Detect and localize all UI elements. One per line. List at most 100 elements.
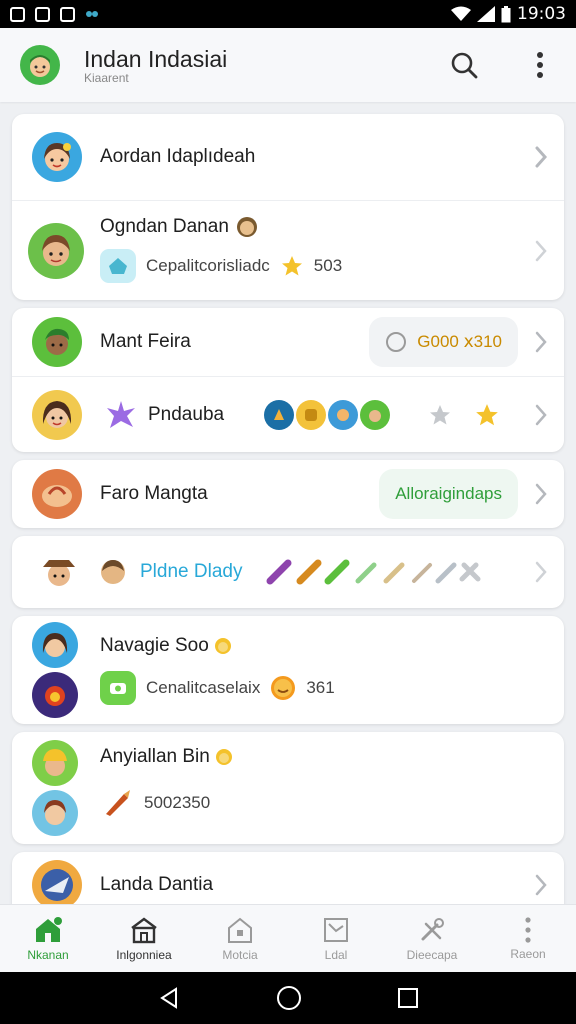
star-icon [281, 255, 302, 275]
purple-star-icon [107, 400, 135, 428]
battery-icon [501, 5, 511, 22]
contact-detail: Cepalitcorisliadc [146, 255, 270, 275]
more-vert-icon [525, 916, 531, 943]
list-item[interactable]: Aordan Idaplıdeah [12, 114, 564, 201]
avatar [28, 222, 84, 279]
smile-icon [271, 676, 296, 700]
contact-list: Aordan Idaplıdeah Ogndan Danan Cepalitco… [12, 114, 564, 926]
avatar [32, 469, 82, 519]
chart-board-icon [324, 917, 348, 942]
more-options-button[interactable] [524, 49, 556, 81]
list-group: Anyiallan Bin 5002350 [12, 732, 564, 844]
woman-avatar-icon [42, 400, 72, 428]
status-pill[interactable]: G000 ⅹ310 [369, 317, 518, 367]
chevron-right-icon [530, 331, 552, 353]
chevron-right-icon [530, 404, 552, 426]
contact-value: 5002350 [144, 793, 211, 812]
profile-chip-icon [100, 671, 136, 705]
girl-avatar-icon [44, 143, 71, 171]
nav-item-home[interactable]: Nkanan [0, 905, 96, 972]
contact-value: 361 [306, 678, 335, 697]
man-avatar-icon [45, 328, 69, 355]
nav-item-buildings[interactable]: Inlgonniea [96, 905, 192, 972]
app-subtitle: Kiaarent [84, 70, 129, 85]
list-item[interactable]: Anyiallan Bin 5002350 [12, 732, 564, 844]
nav-item-locked[interactable]: Motcia [192, 905, 288, 972]
nav-item-tools[interactable]: Dieecapa [384, 905, 480, 972]
nav-label: Ldal [324, 947, 348, 962]
recents-icon[interactable] [397, 987, 419, 1009]
tools-icon [421, 917, 444, 940]
avatar [32, 740, 78, 786]
chevron-right-icon [530, 483, 552, 505]
face-badge-icon [101, 560, 125, 584]
avatar [32, 790, 78, 836]
contact-name: Pldne Dlady [140, 561, 243, 582]
building-icon [131, 917, 157, 943]
boy-avatar-icon [42, 234, 70, 266]
profile-chip-icon [100, 248, 136, 283]
avatar [32, 317, 82, 367]
radio-circle-icon [386, 332, 407, 352]
list-item[interactable]: Pndauba [12, 377, 564, 452]
gallery-notification-icon [35, 6, 50, 22]
contact-name: Pndauba [148, 403, 225, 425]
nav-label: Motcia [222, 947, 258, 962]
status-bar: 19:03 [0, 0, 576, 28]
list-item[interactable]: Pldne Dlady [12, 536, 564, 608]
rocket-icon [106, 790, 130, 816]
chevron-right-icon [530, 561, 552, 583]
avatar [32, 672, 78, 718]
list-item[interactable]: Ogndan Danan Cepalitcorisliadc 503 [12, 201, 564, 300]
app-header: Indan Indasiai Kiaarent [0, 28, 576, 102]
star-outline-icon [430, 404, 450, 424]
contact-value: 503 [313, 255, 343, 275]
plane-avatar-icon [41, 869, 73, 901]
nav-label: Inlgonniea [116, 947, 172, 962]
avatar [32, 622, 78, 668]
status-time: 19:03 [517, 4, 566, 24]
nav-item-chart[interactable]: Ldal [288, 905, 384, 972]
contact-name: Aordan Idaplıdeah [100, 146, 256, 167]
contact-name: Anyiallan Bin [100, 746, 210, 767]
list-item[interactable]: Faro Mangta Alloraigindaps [12, 460, 564, 528]
image-notification-icon [10, 6, 25, 22]
chevron-right-icon [530, 240, 552, 262]
bottom-navigation: Nkanan Inlgonniea Motcia Ldal Dieecapa R… [0, 904, 576, 972]
avatar [32, 389, 82, 440]
home-circle-icon[interactable] [276, 985, 302, 1011]
list-group: Pldne Dlady [12, 536, 564, 608]
status-pill-label: G000 ⅹ310 [417, 332, 502, 351]
signal-icon [477, 6, 495, 22]
list-group: Aordan Idaplıdeah Ogndan Danan Cepalitco… [12, 114, 564, 300]
badge-icon [360, 399, 390, 430]
bowl-avatar-icon [42, 485, 72, 507]
list-item[interactable]: Navagie Soo Cenalitcaselaix 361 [12, 616, 564, 724]
contact-name: Faro Mangta [100, 483, 208, 504]
system-navigation-bar [0, 972, 576, 1024]
worker-avatar-icon [43, 749, 67, 776]
app-logo-avatar[interactable] [20, 45, 60, 85]
nav-item-more[interactable]: Raeon [480, 905, 576, 972]
home-icon [36, 916, 62, 942]
nav-label: Nkanan [27, 947, 69, 962]
list-item[interactable]: Mant Feira G000 ⅹ310 [12, 308, 564, 377]
contact-name: Landa Dantia [100, 874, 214, 895]
house-lock-icon [228, 917, 252, 943]
search-button[interactable] [448, 49, 480, 81]
list-group: Navagie Soo Cenalitcaselaix 361 [12, 616, 564, 724]
back-icon[interactable] [157, 986, 181, 1010]
app-title: Indan Indasiai [84, 45, 228, 72]
avatar [34, 547, 84, 597]
contact-name: Navagie Soo [100, 635, 209, 656]
contact-detail: Cenalitcaselaix [146, 678, 261, 697]
contact-name: Mant Feira [100, 331, 191, 352]
star-icon [476, 403, 498, 425]
tools-row-icon [266, 559, 481, 585]
search-icon [451, 52, 478, 79]
face-icon [30, 55, 50, 77]
status-pill[interactable]: Alloraigindaps [379, 469, 518, 519]
girl-avatar-icon [44, 800, 66, 825]
badge-group [264, 399, 390, 430]
avatar [32, 132, 82, 182]
